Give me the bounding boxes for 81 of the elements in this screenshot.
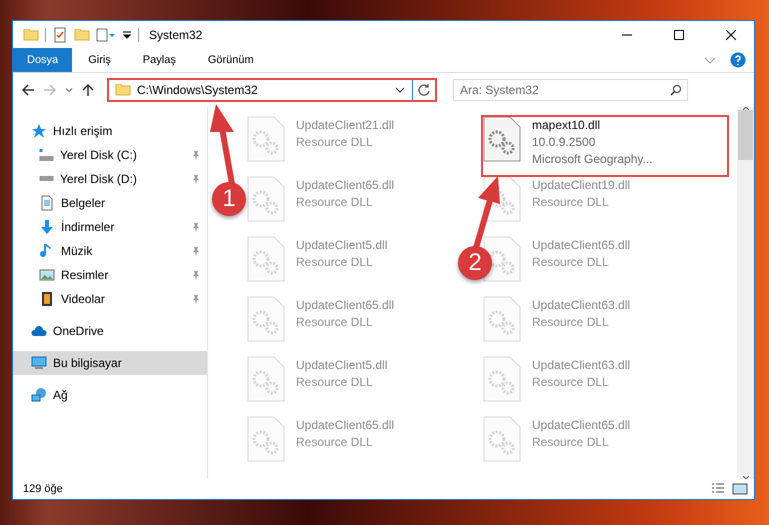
download-arrow-icon — [39, 219, 55, 235]
film-icon — [39, 291, 55, 307]
gear-file-icon — [246, 295, 286, 343]
sidebar-item[interactable]: İndirmeler — [13, 215, 207, 239]
pin-icon — [191, 294, 201, 304]
file-detail: 10.0.9.2500 — [532, 134, 596, 151]
scrollbar-thumb[interactable] — [738, 110, 753, 160]
file-detail: Resource DLL — [296, 254, 374, 271]
gear-file-icon — [246, 415, 286, 463]
ribbon-tab[interactable]: Paylaş — [126, 48, 192, 72]
file-detail: Resource DLL — [296, 314, 374, 331]
maximize-icon — [674, 30, 684, 40]
pin-icon — [191, 222, 201, 232]
file-detail: Resource DLL — [532, 194, 610, 211]
pin-icon — [191, 246, 201, 256]
file-detail: Resource DLL — [296, 374, 374, 391]
gear-file-icon — [482, 115, 522, 163]
star-icon — [31, 123, 47, 139]
layout-dropdown-icon — [96, 26, 116, 42]
sidebar-item[interactable]: Müzik — [13, 239, 207, 263]
pin-icon — [191, 270, 201, 280]
window-title: System32 — [149, 28, 204, 42]
search-field[interactable]: Ara: System32 — [453, 79, 688, 101]
recent-dropdown-button[interactable] — [63, 86, 75, 94]
pin-icon — [191, 150, 201, 160]
drive-icon — [39, 148, 54, 162]
gear-file-icon — [246, 115, 286, 163]
sidebar-item[interactable]: Yerel Disk (D:) — [13, 167, 207, 191]
file-detail: Resource DLL — [296, 134, 374, 151]
document-icon — [39, 195, 55, 211]
gear-file-icon — [482, 355, 522, 403]
file-detail: Resource DLL — [532, 254, 610, 271]
file-detail: Resource DLL — [532, 434, 610, 451]
gear-file-icon — [482, 415, 522, 463]
refresh-icon — [417, 83, 431, 97]
ribbon-tab[interactable]: Görünüm — [192, 48, 270, 72]
sidebar-item[interactable]: Resimler — [13, 263, 207, 287]
sidebar-item[interactable]: OneDrive — [13, 319, 207, 343]
new-folder-icon — [74, 28, 90, 40]
chevron-down-icon — [394, 87, 406, 93]
sidebar-item[interactable]: Belgeler — [13, 191, 207, 215]
scroll-up-icon — [742, 107, 748, 110]
file-detail: Resource DLL — [532, 314, 610, 331]
file-detail: Resource DLL — [296, 194, 374, 211]
network-icon — [31, 387, 47, 403]
properties-icon — [52, 26, 68, 42]
gear-file-icon — [246, 175, 286, 223]
address-bar[interactable]: C:\Windows\System32 — [107, 78, 437, 102]
picture-icon — [39, 267, 55, 283]
large-icons-view-icon — [732, 481, 748, 497]
sidebar-item[interactable]: Ağ — [13, 383, 207, 407]
close-icon — [726, 30, 736, 40]
file-name[interactable]: mapext10.dll — [532, 117, 652, 134]
gear-file-icon — [246, 355, 286, 403]
gear-file-icon — [246, 235, 286, 283]
sidebar-item[interactable]: Videolar — [13, 287, 207, 311]
folder-icon — [115, 84, 131, 96]
chevron-down-icon — [122, 30, 132, 38]
sidebar-item[interactable]: Bu bilgisayar — [13, 351, 207, 375]
scrollbar[interactable] — [737, 107, 754, 479]
file-detail: Resource DLL — [532, 374, 610, 391]
folder-icon — [23, 28, 39, 40]
item-count: 129 öğe — [23, 483, 64, 495]
chevron-down-icon — [65, 88, 73, 92]
scroll-down-icon — [742, 476, 748, 479]
minimize-icon — [622, 34, 632, 36]
file-detail: Resource DLL — [296, 434, 374, 451]
chevron-down-icon — [704, 56, 716, 64]
cloud-icon — [31, 323, 47, 339]
drive-icon — [39, 176, 54, 182]
file-tab[interactable]: Dosya — [13, 48, 72, 72]
sidebar-item[interactable]: Hızlı erişim — [13, 119, 207, 143]
search-icon — [670, 84, 682, 96]
help-icon — [730, 52, 746, 68]
pin-icon — [191, 174, 201, 184]
file-detail: Microsoft Geography... — [532, 151, 652, 168]
gear-file-icon — [482, 295, 522, 343]
ribbon-tab[interactable]: Giriş — [72, 48, 127, 72]
up-arrow-icon — [81, 83, 95, 97]
computer-icon — [31, 355, 47, 371]
sidebar-item[interactable]: Yerel Disk (C:) — [13, 143, 207, 167]
